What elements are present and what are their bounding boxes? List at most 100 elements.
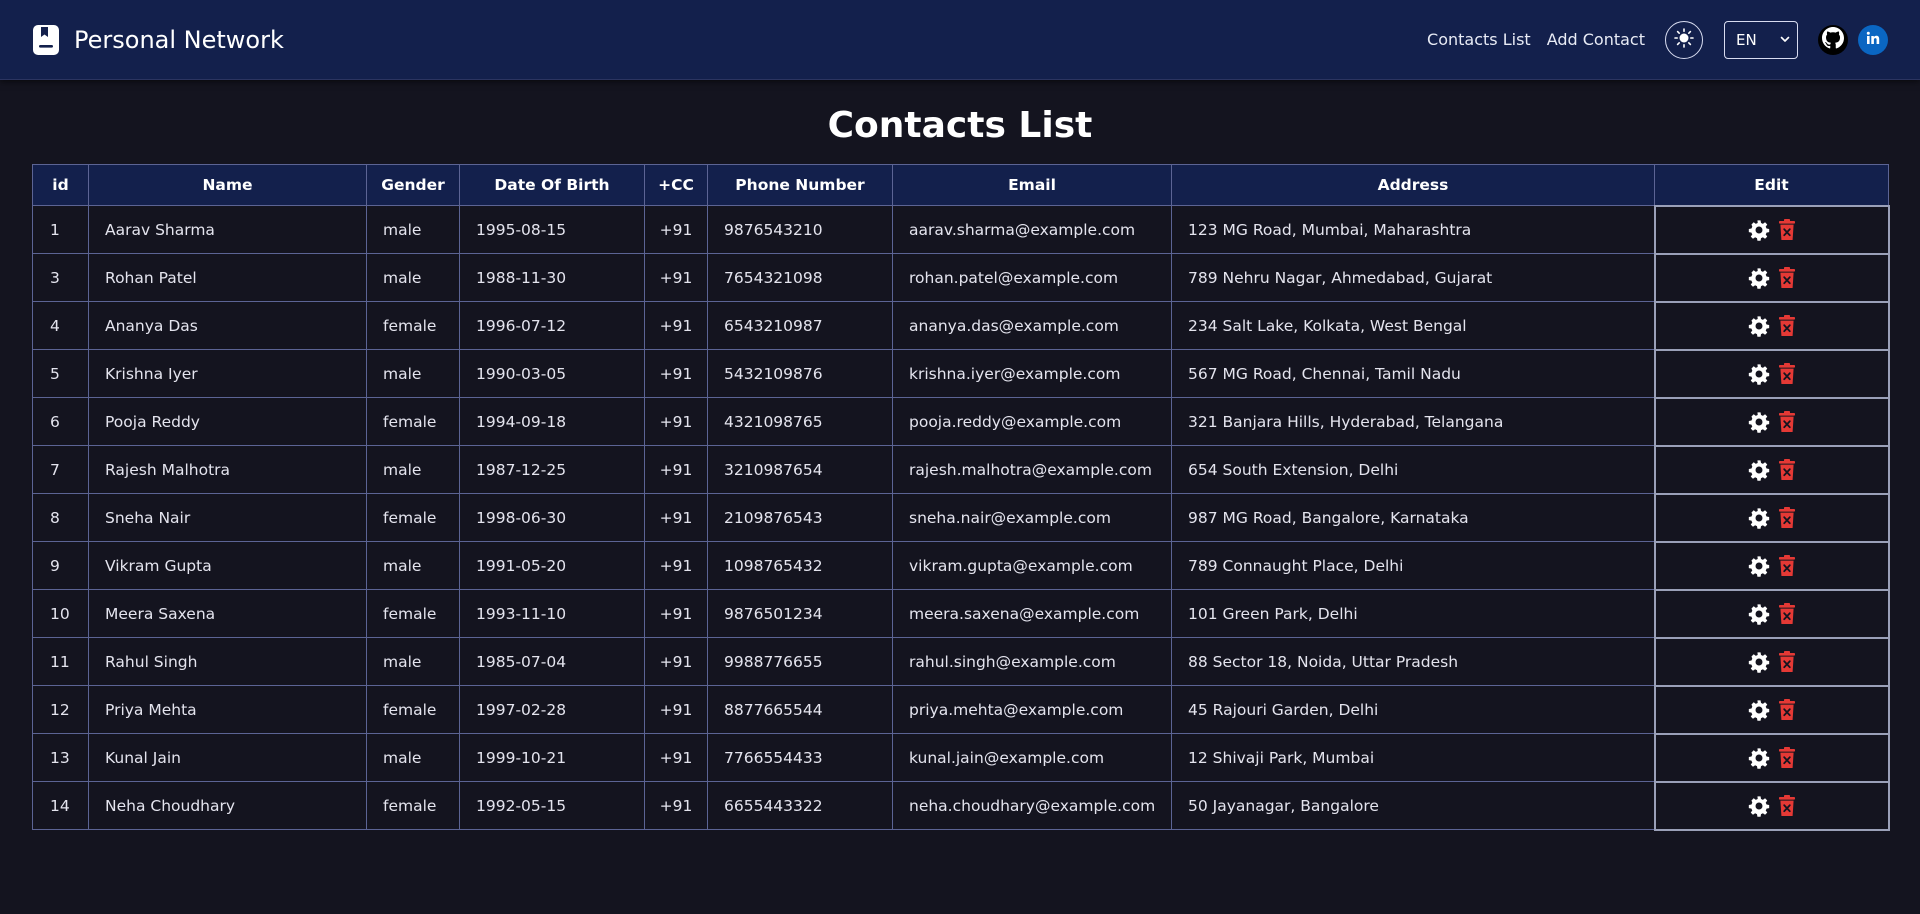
github-link[interactable] (1818, 24, 1848, 55)
cell-id: 14 (32, 781, 89, 830)
row-actions (1748, 314, 1796, 337)
linkedin-link[interactable] (1858, 24, 1888, 55)
gear-icon[interactable] (1748, 603, 1770, 625)
cell-id: 11 (32, 637, 89, 686)
cell-dob: 1998-06-30 (459, 493, 645, 542)
cell-name: Vikram Gupta (88, 541, 367, 590)
cell-cc: +91 (644, 637, 708, 686)
cell-phone: 7766554433 (707, 733, 893, 782)
column-header-name: Name (88, 164, 367, 206)
cell-cc: +91 (644, 301, 708, 350)
cell-cc: +91 (644, 541, 708, 590)
gear-icon[interactable] (1748, 219, 1770, 241)
cell-phone: 3210987654 (707, 445, 893, 494)
cell-edit (1653, 444, 1890, 495)
github-icon (1822, 26, 1844, 53)
cell-address: 123 MG Road, Mumbai, Maharashtra (1171, 205, 1655, 254)
cell-dob: 1990-03-05 (459, 349, 645, 398)
cell-name: Rohan Patel (88, 253, 367, 302)
trash-icon[interactable] (1778, 410, 1796, 433)
trash-icon[interactable] (1778, 458, 1796, 481)
cell-id: 5 (32, 349, 89, 398)
gear-icon[interactable] (1748, 555, 1770, 577)
trash-icon[interactable] (1778, 650, 1796, 673)
cell-name: Meera Saxena (88, 589, 367, 638)
chevron-down-icon (1779, 31, 1791, 49)
cell-edit (1653, 348, 1890, 399)
trash-icon[interactable] (1778, 794, 1796, 817)
trash-icon[interactable] (1778, 602, 1796, 625)
cell-dob: 1993-11-10 (459, 589, 645, 638)
trash-icon[interactable] (1778, 314, 1796, 337)
row-actions (1748, 458, 1796, 481)
cell-phone: 9876501234 (707, 589, 893, 638)
trash-icon[interactable] (1778, 554, 1796, 577)
cell-cc: +91 (644, 589, 708, 638)
cell-dob: 1999-10-21 (459, 733, 645, 782)
cell-edit (1653, 492, 1890, 543)
cell-id: 8 (32, 493, 89, 542)
cell-cc: +91 (644, 349, 708, 398)
cell-phone: 9988776655 (707, 637, 893, 686)
table-row: 9 Vikram Gupta male 1991-05-20 +91 10987… (32, 540, 1890, 591)
trash-icon[interactable] (1778, 746, 1796, 769)
gear-icon[interactable] (1748, 507, 1770, 529)
nav-add-contact-link[interactable]: Add Contact (1547, 30, 1645, 49)
cell-name: Ananya Das (88, 301, 367, 350)
table-row: 11 Rahul Singh male 1985-07-04 +91 99887… (32, 636, 1890, 687)
cell-edit (1653, 588, 1890, 639)
column-header-address: Address (1171, 164, 1655, 206)
row-actions (1748, 554, 1796, 577)
gear-icon[interactable] (1748, 747, 1770, 769)
gear-icon[interactable] (1748, 363, 1770, 385)
cell-id: 12 (32, 685, 89, 734)
gear-icon[interactable] (1748, 459, 1770, 481)
trash-icon[interactable] (1778, 506, 1796, 529)
cell-edit (1653, 732, 1890, 783)
column-header-gender: Gender (366, 164, 460, 206)
trash-icon[interactable] (1778, 218, 1796, 241)
gear-icon[interactable] (1748, 651, 1770, 673)
theme-toggle-button[interactable] (1665, 20, 1703, 59)
sun-icon (1674, 28, 1694, 51)
brand[interactable]: Personal Network (32, 24, 284, 56)
language-select[interactable]: EN (1724, 20, 1798, 59)
linkedin-icon (1865, 30, 1881, 50)
gear-icon[interactable] (1748, 315, 1770, 337)
cell-email: meera.saxena@example.com (892, 589, 1172, 638)
table-row: 13 Kunal Jain male 1999-10-21 +91 776655… (32, 732, 1890, 783)
cell-edit (1653, 204, 1890, 255)
cell-gender: female (366, 397, 460, 446)
cell-phone: 1098765432 (707, 541, 893, 590)
gear-icon[interactable] (1748, 699, 1770, 721)
gear-icon[interactable] (1748, 795, 1770, 817)
column-header-phone: Phone Number (707, 164, 893, 206)
table-row: 6 Pooja Reddy female 1994-09-18 +91 4321… (32, 396, 1890, 447)
cell-name: Rajesh Malhotra (88, 445, 367, 494)
gear-icon[interactable] (1748, 411, 1770, 433)
cell-gender: male (366, 205, 460, 254)
column-header-id: id (32, 164, 89, 206)
cell-edit (1653, 636, 1890, 687)
cell-gender: male (366, 541, 460, 590)
cell-cc: +91 (644, 733, 708, 782)
trash-icon[interactable] (1778, 266, 1796, 289)
cell-dob: 1992-05-15 (459, 781, 645, 830)
column-header-email: Email (892, 164, 1172, 206)
cell-email: vikram.gupta@example.com (892, 541, 1172, 590)
gear-icon[interactable] (1748, 267, 1770, 289)
cell-dob: 1988-11-30 (459, 253, 645, 302)
trash-icon[interactable] (1778, 362, 1796, 385)
cell-email: kunal.jain@example.com (892, 733, 1172, 782)
cell-address: 321 Banjara Hills, Hyderabad, Telangana (1171, 397, 1655, 446)
cell-address: 45 Rajouri Garden, Delhi (1171, 685, 1655, 734)
table-row: 1 Aarav Sharma male 1995-08-15 +91 98765… (32, 204, 1890, 255)
cell-name: Sneha Nair (88, 493, 367, 542)
cell-gender: female (366, 685, 460, 734)
cell-address: 987 MG Road, Bangalore, Karnataka (1171, 493, 1655, 542)
nav-contacts-list-link[interactable]: Contacts List (1427, 30, 1531, 49)
trash-icon[interactable] (1778, 698, 1796, 721)
cell-email: rahul.singh@example.com (892, 637, 1172, 686)
cell-email: neha.choudhary@example.com (892, 781, 1172, 830)
cell-email: rajesh.malhotra@example.com (892, 445, 1172, 494)
